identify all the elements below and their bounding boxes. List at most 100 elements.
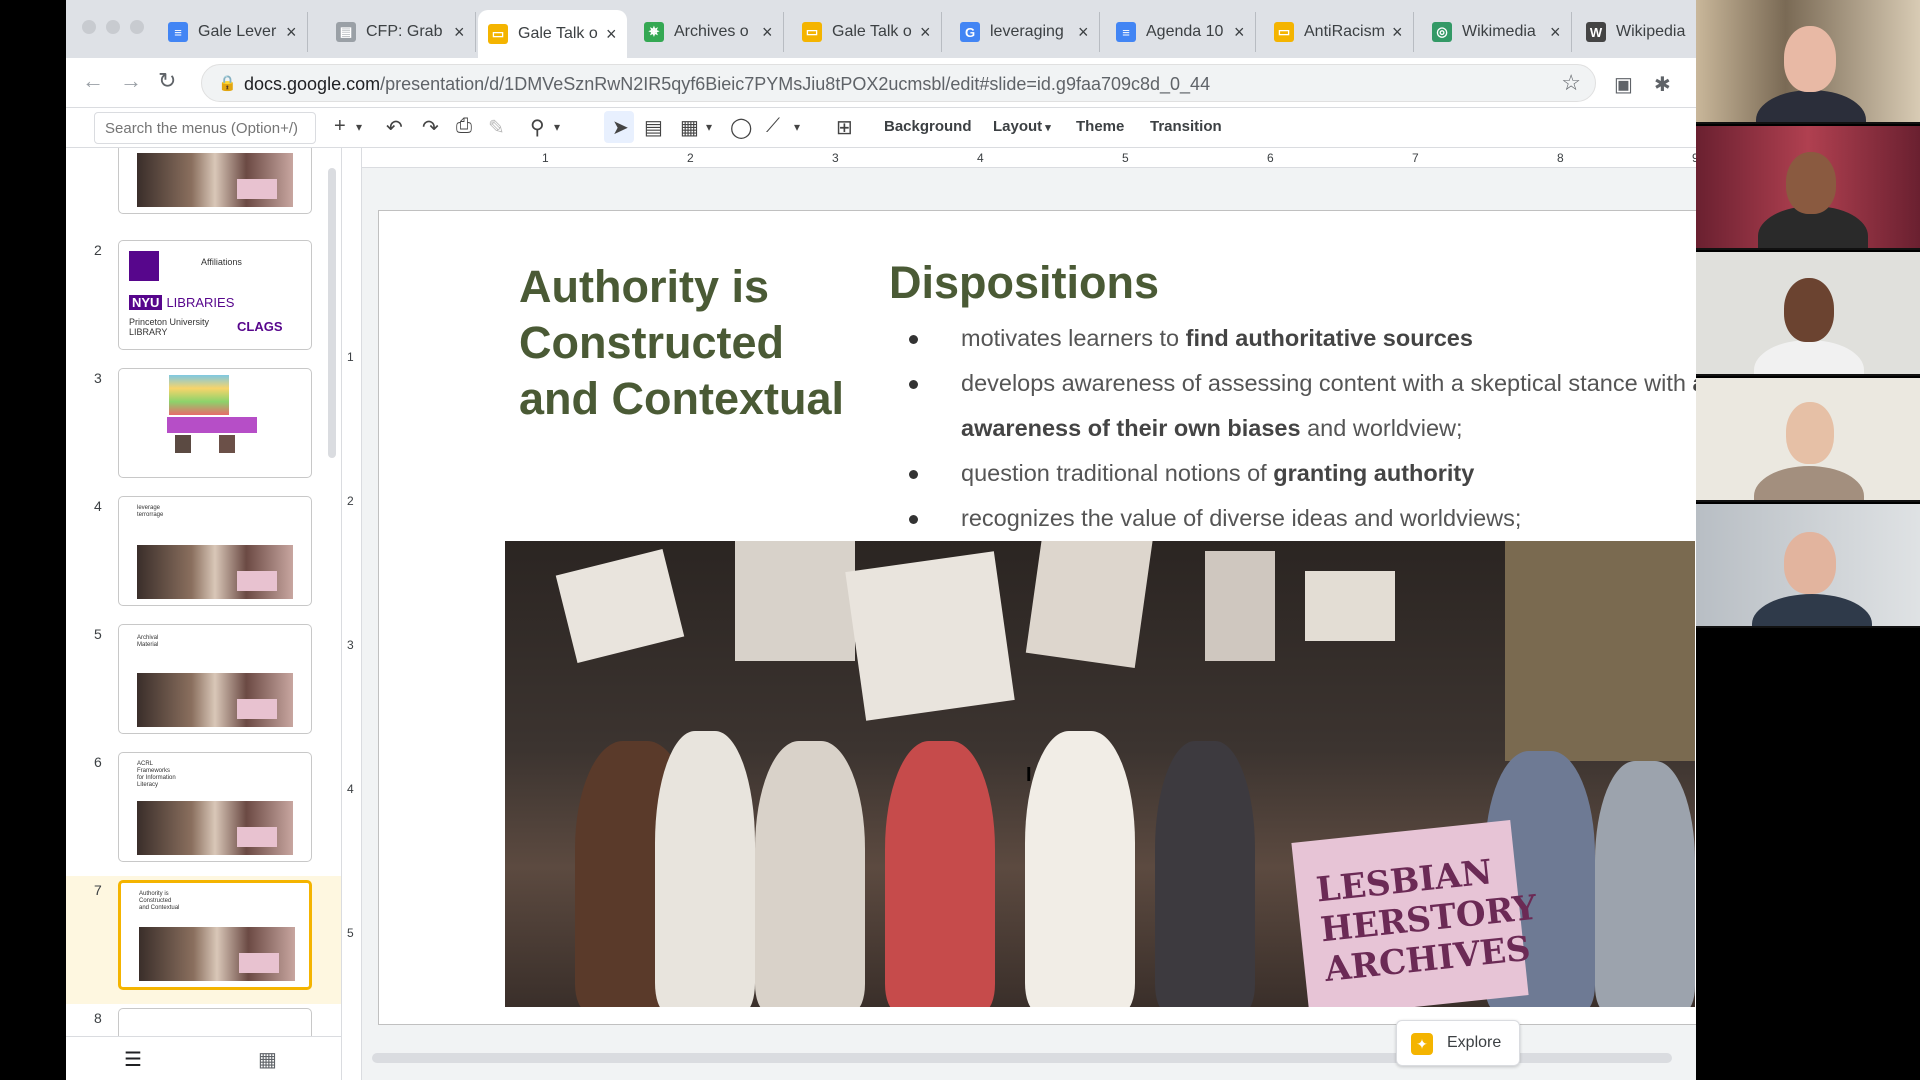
filmstrip-footer: ☰ ▦ (66, 1036, 341, 1080)
march-photo[interactable]: LESBIAN HERSTORY ARCHIVES (505, 541, 1695, 1007)
bullet-text: recognizes the value of diverse ideas an… (961, 505, 1522, 531)
speaker-photo-thumb (219, 435, 235, 453)
tab-label: Archives o (674, 23, 749, 40)
slide-thumb-title: leverage terrorrage (137, 505, 164, 518)
grid-view-icon[interactable]: ▦ (258, 1047, 277, 1072)
horizontal-ruler: 1 2 3 4 5 6 7 8 9 (362, 148, 1696, 168)
zoom-dropdown-icon[interactable]: ▾ (554, 120, 560, 134)
forward-icon[interactable]: → (120, 68, 142, 94)
redo-icon[interactable]: ↷ (422, 115, 439, 140)
close-window-button[interactable] (82, 20, 96, 34)
background-button[interactable]: Background (884, 118, 972, 135)
slide-thumb-3[interactable] (118, 368, 312, 478)
building-wall (1505, 541, 1695, 761)
tab[interactable]: ◎ Wikimedia × (1422, 12, 1572, 52)
slide-thumb-1[interactable] (118, 148, 312, 214)
tab-active[interactable]: ▭ Gale Talk o × (478, 10, 627, 58)
minimize-window-button[interactable] (106, 20, 120, 34)
participant-video-4[interactable] (1696, 378, 1920, 502)
zoom-icon[interactable]: ⚲ (530, 115, 545, 140)
new-slide-icon[interactable]: + (334, 115, 346, 138)
layout-button[interactable]: Layout ▾ (993, 118, 1051, 135)
marcher (1025, 731, 1135, 1007)
slide-thumb-4[interactable]: leverage terrorrage (118, 496, 312, 606)
address-bar[interactable]: 🔒 docs.google.com/presentation/d/1DMVeSz… (201, 64, 1596, 102)
slide-thumb-6[interactable]: ACRL Frameworks for Information Literacy (118, 752, 312, 862)
present-icon[interactable]: ▣ (1614, 72, 1633, 97)
menu-search-input[interactable] (94, 112, 316, 144)
slide-graphic-thumb (169, 375, 229, 415)
participant-video-5[interactable] (1696, 504, 1920, 628)
line-dropdown-icon[interactable]: ▾ (794, 120, 800, 134)
tab-label: Wikimedia (1462, 23, 1536, 40)
layout-label: Layout (993, 118, 1043, 135)
print-icon[interactable]: ⎙ (456, 115, 472, 138)
ruler-number: 3 (832, 151, 839, 165)
line-icon[interactable]: ⟋ (766, 115, 780, 138)
slide-thumb-7-selected[interactable]: Authority is Constructed and Contextual (118, 880, 312, 990)
participant-video-1[interactable] (1696, 0, 1920, 124)
transition-button[interactable]: Transition (1150, 118, 1222, 135)
participant-face (1786, 152, 1836, 214)
paint-format-icon[interactable]: ✎ (488, 115, 505, 140)
tab[interactable]: ✵ Archives o × (634, 12, 784, 52)
filmstrip-view-icon[interactable]: ☰ (124, 1047, 142, 1072)
slides-icon: ▭ (1274, 22, 1294, 42)
ruler-number: 4 (347, 782, 354, 796)
close-tab-icon[interactable]: × (1078, 22, 1089, 43)
current-slide[interactable]: Authority is Constructed and Contextual … (378, 210, 1696, 1025)
bullet-bold-text: find authoritative sources (1185, 325, 1473, 351)
tab[interactable]: ≡ Gale Lever × (158, 12, 308, 52)
shape-icon[interactable]: ◯ (730, 115, 752, 140)
vertical-ruler: 1 2 3 4 5 (342, 148, 362, 1080)
close-tab-icon[interactable]: × (606, 24, 617, 45)
close-tab-icon[interactable]: × (1550, 22, 1561, 43)
tab[interactable]: ▭ Gale Talk o × (792, 12, 942, 52)
close-tab-icon[interactable]: × (762, 22, 773, 43)
participant-body (1754, 466, 1864, 500)
explore-button[interactable]: ✦ Explore (1396, 1020, 1520, 1066)
slide-thumb-5[interactable]: Archival Material (118, 624, 312, 734)
tab[interactable]: ▤ CFP: Grab × (326, 12, 476, 52)
slide-title[interactable]: Authority is Constructed and Contextual (519, 259, 859, 427)
close-tab-icon[interactable]: × (286, 22, 297, 43)
participant-video-2[interactable] (1696, 126, 1920, 250)
slide-heading[interactable]: Dispositions (889, 257, 1159, 309)
close-tab-icon[interactable]: × (1234, 22, 1245, 43)
comment-icon[interactable]: ⊞ (836, 115, 853, 140)
slides-icon: ▭ (802, 22, 822, 42)
back-icon[interactable]: ← (82, 68, 104, 94)
new-slide-dropdown-icon[interactable]: ▾ (356, 120, 362, 134)
close-tab-icon[interactable]: × (454, 22, 465, 43)
image-dropdown-icon[interactable]: ▾ (706, 120, 712, 134)
undo-icon[interactable]: ↶ (386, 115, 403, 140)
slide-number: 5 (94, 626, 102, 642)
text-box-icon[interactable]: ▤ (644, 115, 663, 140)
participant-video-3[interactable] (1696, 252, 1920, 376)
zoom-window-button[interactable] (130, 20, 144, 34)
bookmark-star-icon[interactable]: ☆ (1561, 70, 1581, 96)
filmstrip-scrollbar[interactable] (328, 168, 336, 458)
reload-icon[interactable]: ↻ (158, 68, 176, 94)
video-call-panel (1696, 0, 1920, 1080)
affiliations-label: Affiliations (201, 257, 242, 267)
bullet-list[interactable]: motivates learners to find authoritative… (909, 316, 1696, 541)
bullet-text: develops awareness of assessing content … (961, 370, 1693, 396)
tab[interactable]: Gleveraging × (950, 12, 1100, 52)
slide-thumb-2[interactable]: Affiliations NYU LIBRARIES Princeton Univ… (118, 240, 312, 350)
tab[interactable]: ▭ AntiRacism × (1264, 12, 1414, 52)
slides-icon: ▭ (488, 24, 508, 44)
extensions-icon[interactable]: ✱ (1654, 72, 1671, 97)
slide-banner-thumb (167, 417, 257, 433)
tab-label: CFP: Grab (366, 23, 443, 40)
ruler-number: 5 (347, 926, 354, 940)
select-cursor-icon[interactable]: ➤ (612, 115, 629, 140)
theme-button[interactable]: Theme (1076, 118, 1124, 135)
tab[interactable]: ≡ Agenda 10 × (1106, 12, 1256, 52)
image-icon[interactable]: ▦ (680, 115, 699, 140)
tab[interactable]: W Wikipedia (1576, 12, 1696, 52)
protest-sign (1305, 571, 1395, 641)
close-tab-icon[interactable]: × (1392, 22, 1403, 43)
marcher (885, 741, 995, 1007)
close-tab-icon[interactable]: × (920, 22, 931, 43)
